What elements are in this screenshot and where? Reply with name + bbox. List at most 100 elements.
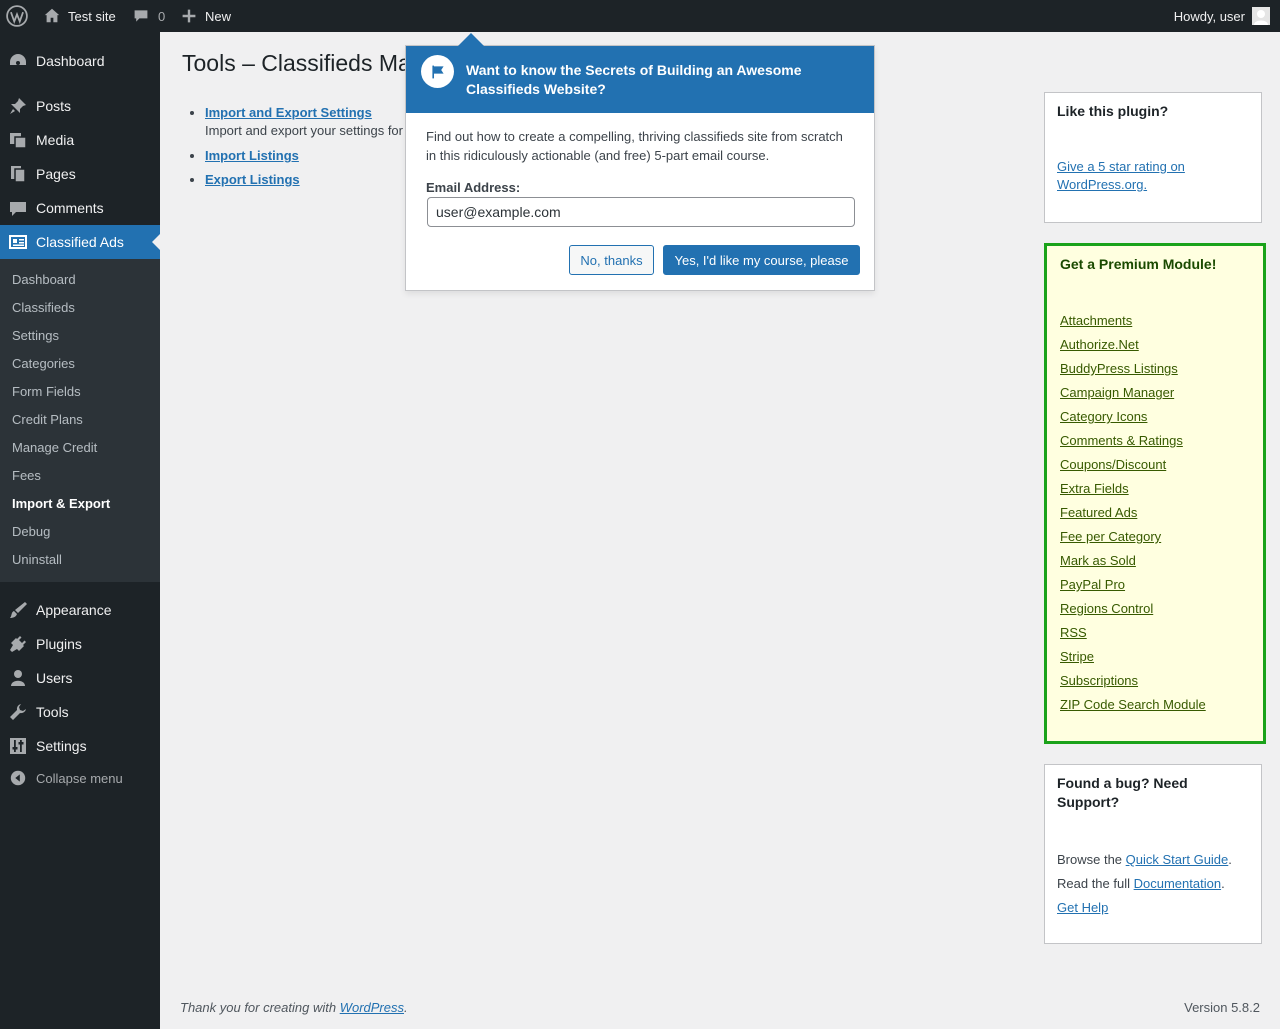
- premium-modules-box: Get a Premium Module! Attachments Author…: [1044, 243, 1266, 744]
- plus-icon: [181, 8, 197, 24]
- premium-module-link[interactable]: RSS: [1060, 621, 1250, 645]
- pointer-header: Want to know the Secrets of Building an …: [406, 46, 874, 113]
- premium-module-link[interactable]: BuddyPress Listings: [1060, 357, 1250, 381]
- my-account-link[interactable]: Howdy, user: [1174, 0, 1270, 32]
- menu-label: Plugins: [36, 636, 82, 652]
- flag-icon: [421, 55, 454, 88]
- premium-module-link[interactable]: ZIP Code Search Module: [1060, 693, 1250, 717]
- list-item: Export Listings: [205, 171, 416, 189]
- footer-thanks-text: Thank you for creating with: [180, 1000, 337, 1015]
- submenu-item-manage-credit[interactable]: Manage Credit: [12, 440, 97, 455]
- pointer-body-text: Find out how to create a compelling, thr…: [426, 129, 843, 163]
- premium-module-link[interactable]: Coupons/Discount: [1060, 453, 1250, 477]
- premium-module-link[interactable]: Mark as Sold: [1060, 549, 1250, 573]
- premium-module-link[interactable]: Attachments: [1060, 309, 1250, 333]
- wordpress-logo-icon[interactable]: [6, 0, 28, 32]
- submenu-item-import-export[interactable]: Import & Export: [12, 496, 110, 511]
- menu-item-dashboard[interactable]: Dashboard: [0, 44, 160, 78]
- menu-item-comments[interactable]: Comments: [0, 191, 160, 225]
- wordpress-link[interactable]: WordPress: [340, 1000, 404, 1015]
- list-item: Import Listings: [205, 147, 416, 165]
- support-title: Found a bug? Need Support?: [1057, 775, 1188, 810]
- export-listings-link[interactable]: Export Listings: [205, 172, 300, 187]
- howdy-label: Howdy, user: [1173, 8, 1245, 24]
- tools-list: Import and Export Settings Import and ex…: [186, 104, 416, 189]
- premium-module-link[interactable]: Campaign Manager: [1060, 381, 1250, 405]
- support-line: Read the full Documentation.: [1057, 876, 1225, 891]
- like-plugin-box: Like this plugin? Give a 5 star rating o…: [1044, 92, 1262, 223]
- submenu-item-credit-plans[interactable]: Credit Plans: [12, 412, 83, 427]
- premium-module-list: Attachments Authorize.Net BuddyPress Lis…: [1060, 309, 1250, 717]
- read-text: Read the full: [1057, 876, 1130, 891]
- pointer-title: Want to know the Secrets of Building an …: [466, 62, 802, 97]
- site-name-label: Test site: [68, 8, 116, 24]
- email-label: Email Address:: [426, 180, 521, 195]
- premium-module-link[interactable]: Extra Fields: [1060, 477, 1250, 501]
- premium-module-link[interactable]: Subscriptions: [1060, 669, 1250, 693]
- submenu-item-fees[interactable]: Fees: [12, 468, 41, 483]
- premium-module-link[interactable]: Regions Control: [1060, 597, 1250, 621]
- get-help-link[interactable]: Get Help: [1057, 900, 1108, 915]
- comments-link[interactable]: 0: [133, 0, 165, 32]
- submenu-item-debug[interactable]: Debug: [12, 524, 50, 539]
- course-signup-pointer: Want to know the Secrets of Building an …: [405, 33, 875, 291]
- collapse-arrow-icon: [0, 769, 36, 787]
- rate-plugin-link[interactable]: Give a 5 star rating on WordPress.org.: [1057, 158, 1249, 194]
- premium-module-link[interactable]: Featured Ads: [1060, 501, 1250, 525]
- quick-start-guide-link[interactable]: Quick Start Guide: [1126, 852, 1229, 867]
- premium-module-link[interactable]: Comments & Ratings: [1060, 429, 1250, 453]
- menu-item-appearance[interactable]: Appearance: [0, 593, 160, 627]
- premium-module-link[interactable]: Fee per Category: [1060, 525, 1250, 549]
- submenu-item-settings[interactable]: Settings: [12, 328, 59, 343]
- brush-icon: [0, 600, 36, 620]
- submenu-item-form-fields[interactable]: Form Fields: [12, 384, 81, 399]
- documentation-link[interactable]: Documentation: [1134, 876, 1221, 891]
- classified-ads-submenu: Dashboard Classifieds Settings Categorie…: [0, 259, 160, 582]
- plugin-icon: [0, 634, 36, 654]
- premium-module-link[interactable]: PayPal Pro: [1060, 573, 1250, 597]
- menu-label: Settings: [36, 738, 87, 754]
- browse-text: Browse the: [1057, 852, 1123, 867]
- dashboard-icon: [0, 51, 36, 71]
- site-name-link[interactable]: Test site: [43, 0, 116, 32]
- submenu-item-categories[interactable]: Categories: [12, 356, 75, 371]
- submenu-item-dashboard[interactable]: Dashboard: [12, 272, 76, 287]
- menu-item-media[interactable]: Media: [0, 123, 160, 157]
- support-line: Browse the Quick Start Guide.: [1057, 852, 1232, 867]
- premium-module-link[interactable]: Authorize.Net: [1060, 333, 1250, 357]
- menu-item-settings[interactable]: Settings: [0, 729, 160, 763]
- submenu-item-uninstall[interactable]: Uninstall: [12, 552, 62, 567]
- comment-bubble-icon: [133, 8, 149, 24]
- menu-item-tools[interactable]: Tools: [0, 695, 160, 729]
- menu-item-plugins[interactable]: Plugins: [0, 627, 160, 661]
- new-content-link[interactable]: New: [181, 0, 231, 32]
- like-plugin-title: Like this plugin?: [1057, 103, 1169, 119]
- menu-label: Classified Ads: [36, 234, 124, 250]
- email-field[interactable]: [427, 197, 855, 227]
- import-listings-link[interactable]: Import Listings: [205, 148, 299, 163]
- classified-icon: [0, 232, 36, 252]
- wrench-icon: [0, 702, 36, 722]
- premium-module-link[interactable]: Stripe: [1060, 645, 1250, 669]
- menu-item-posts[interactable]: Posts: [0, 89, 160, 123]
- user-icon: [0, 668, 36, 688]
- menu-label: Dashboard: [36, 53, 105, 69]
- no-thanks-button[interactable]: No, thanks: [569, 245, 654, 275]
- menu-label: Appearance: [36, 602, 112, 618]
- comments-count: 0: [158, 8, 166, 24]
- import-export-settings-link[interactable]: Import and Export Settings: [205, 105, 372, 120]
- menu-label: Tools: [36, 704, 69, 720]
- pages-icon: [0, 164, 36, 184]
- premium-module-link[interactable]: Category Icons: [1060, 405, 1250, 429]
- yes-course-button[interactable]: Yes, I'd like my course, please: [663, 245, 860, 275]
- premium-title: Get a Premium Module!: [1060, 256, 1217, 272]
- menu-item-pages[interactable]: Pages: [0, 157, 160, 191]
- footer-version: Version 5.8.2: [1184, 1000, 1260, 1015]
- support-box: Found a bug? Need Support? Browse the Qu…: [1044, 764, 1262, 944]
- menu-label: Media: [36, 132, 75, 148]
- collapse-menu-button[interactable]: Collapse menu: [0, 761, 160, 795]
- submenu-item-classifieds[interactable]: Classifieds: [12, 300, 75, 315]
- support-links: Browse the Quick Start Guide. Read the f…: [1057, 848, 1249, 920]
- menu-item-users[interactable]: Users: [0, 661, 160, 695]
- menu-item-classified-ads[interactable]: Classified Ads: [0, 225, 160, 259]
